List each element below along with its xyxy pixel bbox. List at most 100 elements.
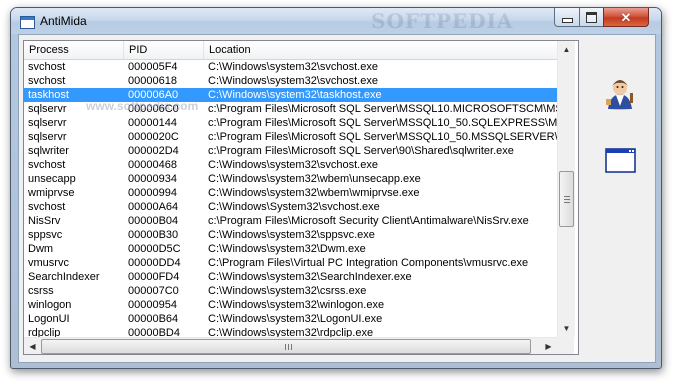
table-row[interactable]: svchost 00000618 C:\Windows\system32\svcho… bbox=[24, 74, 568, 88]
horizontal-scrollbar[interactable]: ◀ ▶ bbox=[24, 337, 557, 354]
table-row[interactable]: svchost 00000468 C:\Windows\system32\svcho… bbox=[24, 158, 568, 172]
cell-pid: 00000B04 bbox=[128, 215, 179, 227]
scroll-left-button[interactable]: ◀ bbox=[24, 338, 41, 354]
cell-pid: 00000FD4 bbox=[128, 271, 180, 283]
table-row[interactable]: sqlservr 00000144 c:\Program Files\Microso… bbox=[24, 116, 568, 130]
cell-process: sqlservr bbox=[28, 131, 67, 143]
cell-location: C:\Windows\system32\taskhost.exe bbox=[208, 89, 382, 101]
cell-location: C:\Windows\system32\wbem\wmiprvse.exe bbox=[208, 187, 420, 199]
arrow-down-icon: ▼ bbox=[562, 324, 571, 333]
cell-process: svchost bbox=[28, 159, 66, 171]
cell-process: svchost bbox=[28, 61, 66, 73]
cell-process: vmusrvc bbox=[28, 257, 69, 269]
cell-location: C:\Windows\system32\sppsvc.exe bbox=[208, 229, 375, 241]
arrow-left-icon: ◀ bbox=[29, 342, 36, 351]
title-bar[interactable]: AntiMida SOFTPEDIA ✕ bbox=[11, 8, 661, 34]
cell-pid: 00000468 bbox=[128, 159, 177, 171]
list-header: Process PID Location bbox=[24, 41, 568, 60]
cell-pid: 00000DD4 bbox=[128, 257, 181, 269]
cell-location: C:\Program Files\Virtual PC Integration … bbox=[208, 257, 529, 269]
cell-process: sqlwriter bbox=[28, 145, 69, 157]
scroll-right-button[interactable]: ▶ bbox=[540, 338, 557, 354]
cell-location: c:\Program Files\Microsoft SQL Server\MS… bbox=[208, 131, 568, 143]
window-button[interactable] bbox=[602, 141, 638, 177]
wizard-button[interactable] bbox=[602, 75, 638, 111]
cell-location: C:\Windows\System32\svchost.exe bbox=[208, 201, 380, 213]
window-title: AntiMida bbox=[40, 14, 87, 28]
cell-process: svchost bbox=[28, 75, 66, 87]
list-watermark: www.softpedia.com bbox=[86, 99, 199, 113]
cell-process: SearchIndexer bbox=[28, 271, 100, 283]
table-row[interactable]: NisSrv 00000B04 c:\Program Files\Microsoft… bbox=[24, 214, 568, 228]
cell-process: winlogon bbox=[28, 299, 72, 311]
cell-pid: 00000B30 bbox=[128, 229, 179, 241]
table-row[interactable]: svchost 000005F4 C:\Windows\system32\svcho… bbox=[24, 60, 568, 74]
process-list[interactable]: Process PID Location svchost 000005F4 C:\W… bbox=[23, 40, 579, 355]
cell-location: C:\Windows\system32\SearchIndexer.exe bbox=[208, 271, 412, 283]
grip-line bbox=[564, 196, 570, 197]
wizard-icon bbox=[606, 80, 633, 110]
cell-location: c:\Program Files\Microsoft SQL Server\90… bbox=[208, 145, 514, 157]
table-row[interactable]: svchost 00000A64 C:\Windows\System32\svcho… bbox=[24, 200, 568, 214]
scroll-up-button[interactable]: ▲ bbox=[558, 41, 575, 58]
grip-line bbox=[291, 344, 292, 350]
table-row[interactable]: sqlwriter 000002D4 c:\Program Files\Micros… bbox=[24, 144, 568, 158]
cell-pid: 00000144 bbox=[128, 117, 177, 129]
grip-line bbox=[285, 344, 286, 350]
cell-process: NisSrv bbox=[28, 215, 61, 227]
maximize-icon bbox=[586, 11, 597, 23]
minimize-button[interactable] bbox=[554, 8, 580, 27]
minimize-icon bbox=[561, 18, 573, 23]
grip-line bbox=[564, 202, 570, 203]
table-row[interactable]: Dwm 00000D5C C:\Windows\system32\Dwm.exe bbox=[24, 242, 568, 256]
app-window-icon bbox=[20, 16, 35, 29]
cell-location: c:\Program Files\Microsoft SQL Server\MS… bbox=[208, 117, 568, 129]
table-row[interactable]: SearchIndexer 00000FD4 C:\Windows\system32… bbox=[24, 270, 568, 284]
cell-location: C:\Windows\system32\winlogon.exe bbox=[208, 299, 385, 311]
cell-location: C:\Windows\system32\LogonUI.exe bbox=[208, 313, 383, 325]
cell-location: C:\Windows\system32\csrss.exe bbox=[208, 285, 367, 297]
column-header-pid[interactable]: PID bbox=[124, 41, 204, 59]
cell-location: c:\Program Files\Microsoft Security Clie… bbox=[208, 215, 529, 227]
cell-location: C:\Windows\system32\wbem\unsecapp.exe bbox=[208, 173, 421, 185]
cell-process: sqlservr bbox=[28, 117, 67, 129]
table-row[interactable]: sqlservr 0000020C c:\Program Files\Microso… bbox=[24, 130, 568, 144]
cell-pid: 00000954 bbox=[128, 299, 177, 311]
cell-location: C:\Windows\system32\svchost.exe bbox=[208, 61, 378, 73]
cell-pid: 00000B64 bbox=[128, 313, 179, 325]
horizontal-scroll-thumb[interactable] bbox=[41, 339, 531, 354]
cell-pid: 000005F4 bbox=[128, 61, 178, 73]
table-row[interactable]: wmiprvse 00000994 C:\Windows\system32\wbem… bbox=[24, 186, 568, 200]
cell-location: C:\Windows\system32\svchost.exe bbox=[208, 159, 378, 171]
vertical-scroll-thumb[interactable] bbox=[559, 171, 574, 227]
cell-pid: 000007C0 bbox=[128, 285, 179, 297]
table-row[interactable]: csrss 000007C0 C:\Windows\system32\csrss.e… bbox=[24, 284, 568, 298]
column-header-process[interactable]: Process bbox=[24, 41, 124, 59]
watermark: SOFTPEDIA bbox=[371, 9, 514, 33]
cell-pid: 0000020C bbox=[128, 131, 179, 143]
cell-process: csrss bbox=[28, 285, 54, 297]
table-row[interactable]: LogonUI 00000B64 C:\Windows\system32\Logon… bbox=[24, 312, 568, 326]
maximize-button[interactable] bbox=[579, 8, 604, 27]
table-row[interactable]: unsecapp 00000934 C:\Windows\system32\wbem… bbox=[24, 172, 568, 186]
client-area: Process PID Location svchost 000005F4 C:\W… bbox=[18, 34, 656, 363]
cell-process: wmiprvse bbox=[28, 187, 75, 199]
column-header-location[interactable]: Location bbox=[204, 41, 568, 59]
cell-process: unsecapp bbox=[28, 173, 76, 185]
table-row[interactable]: sppsvc 00000B30 C:\Windows\system32\sppsvc… bbox=[24, 228, 568, 242]
close-icon: ✕ bbox=[620, 9, 632, 25]
cell-pid: 00000994 bbox=[128, 187, 177, 199]
cell-pid: 000002D4 bbox=[128, 145, 179, 157]
scrollbar-corner bbox=[557, 337, 574, 354]
cell-pid: 00000D5C bbox=[128, 243, 181, 255]
cell-pid: 00000934 bbox=[128, 173, 177, 185]
close-button[interactable]: ✕ bbox=[603, 8, 649, 27]
cell-process: sppsvc bbox=[28, 229, 63, 241]
vertical-scrollbar[interactable]: ▲ ▼ bbox=[557, 41, 575, 337]
table-row[interactable]: vmusrvc 00000DD4 C:\Program Files\Virtual … bbox=[24, 256, 568, 270]
cell-process: LogonUI bbox=[28, 313, 70, 325]
table-row[interactable]: winlogon 00000954 C:\Windows\system32\winl… bbox=[24, 298, 568, 312]
grip-line bbox=[564, 199, 570, 200]
scroll-down-button[interactable]: ▼ bbox=[558, 320, 575, 337]
main-window: AntiMida SOFTPEDIA ✕ Process PID Locatio… bbox=[10, 7, 662, 369]
